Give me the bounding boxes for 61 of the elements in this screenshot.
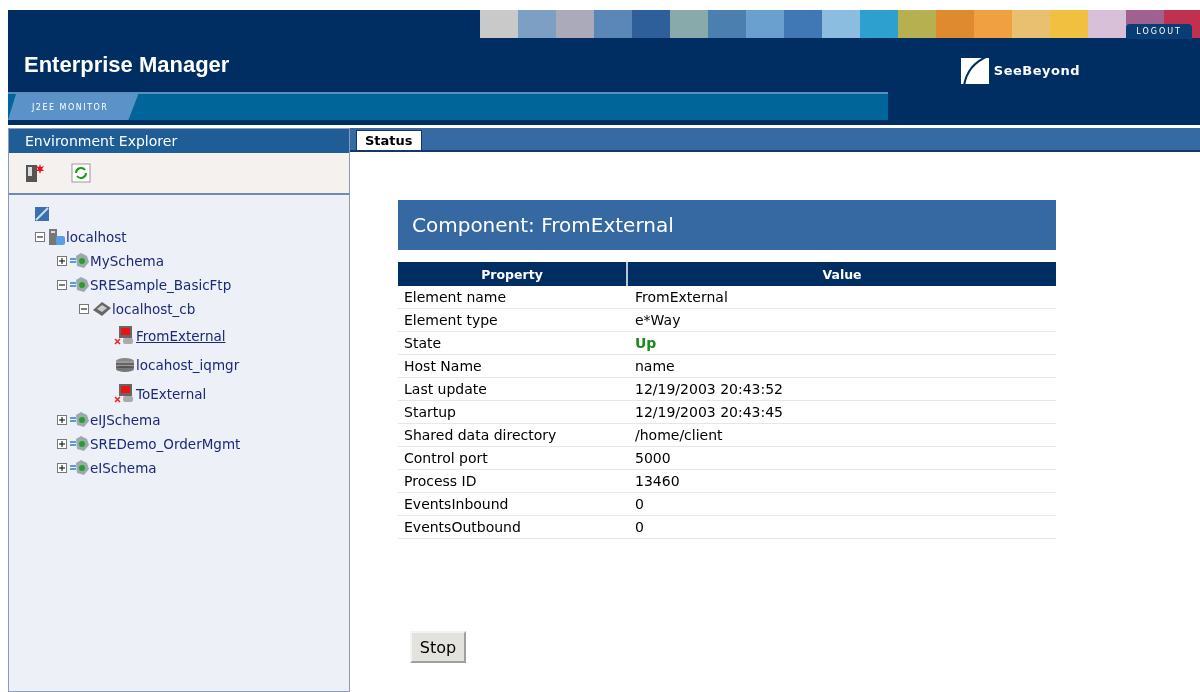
- schema-icon: [70, 253, 90, 269]
- new-server-icon[interactable]: [25, 163, 45, 183]
- table-cell: Element type: [398, 308, 627, 332]
- domain-icon: [92, 301, 112, 317]
- expand-icon[interactable]: [57, 463, 67, 473]
- expand-icon[interactable]: [57, 439, 67, 449]
- terminal-error-icon: [114, 383, 136, 404]
- tree-item[interactable]: ToExternal: [136, 385, 207, 402]
- expand-icon[interactable]: [57, 415, 67, 425]
- table-cell: 13460: [627, 469, 1056, 493]
- table-cell: Element name: [398, 286, 627, 309]
- expand-icon[interactable]: [57, 256, 67, 266]
- table-cell: Last update: [398, 377, 627, 401]
- table-cell: 0: [627, 515, 1056, 539]
- table-cell: Shared data directory: [398, 423, 627, 447]
- tab[interactable]: Status: [356, 130, 422, 150]
- database-icon: [114, 356, 136, 373]
- collapse-icon[interactable]: [35, 232, 45, 242]
- app-title: Enterprise Manager: [24, 52, 230, 78]
- tree-item[interactable]: localhost: [66, 229, 127, 245]
- tree-item[interactable]: eISchema: [90, 460, 157, 476]
- table-cell: EventsInbound: [398, 492, 627, 516]
- status-value: Up: [627, 331, 1056, 355]
- tree-item[interactable]: SREDemo_OrderMgmt: [90, 436, 241, 452]
- component-title: Component: FromExternal: [398, 200, 1056, 250]
- tree-item[interactable]: SRESample_BasicFtp: [90, 277, 232, 293]
- panel-title: Environment Explorer: [9, 129, 349, 153]
- tree-item[interactable]: eIJSchema: [90, 412, 161, 428]
- table-cell: FromExternal: [627, 286, 1056, 309]
- table-cell: 5000: [627, 446, 1056, 470]
- column-header: Property: [398, 262, 627, 286]
- server-icon: [48, 228, 66, 246]
- tree-item[interactable]: FromExternal: [136, 327, 226, 344]
- table-cell: Host Name: [398, 354, 627, 378]
- table-cell: name: [627, 354, 1056, 378]
- brand-name: SeeBeyond: [993, 62, 1080, 78]
- schema-icon: [70, 412, 90, 428]
- schema-icon: [70, 436, 90, 452]
- table-cell: 0: [627, 492, 1056, 516]
- tree-item[interactable]: MySchema: [90, 253, 164, 269]
- schema-icon: [70, 460, 90, 476]
- tree-item[interactable]: localhost_cb: [112, 301, 196, 317]
- table-cell: State: [398, 331, 627, 355]
- table-cell: e*Way: [627, 308, 1056, 332]
- tree-item[interactable]: locahost_iqmgr: [136, 356, 240, 373]
- table-cell: Startup: [398, 400, 627, 424]
- column-header: Value: [627, 262, 1056, 286]
- table-cell: 12/19/2003 20:43:52: [627, 377, 1056, 401]
- logout-button[interactable]: LOGOUT: [1126, 24, 1192, 39]
- refresh-icon[interactable]: [71, 163, 91, 183]
- table-cell: 12/19/2003 20:43:45: [627, 400, 1056, 424]
- schema-icon: [70, 277, 90, 293]
- collapse-icon[interactable]: [57, 280, 67, 290]
- root-icon: [35, 207, 49, 221]
- stop-button[interactable]: Stop: [410, 631, 466, 663]
- table-cell: Control port: [398, 446, 627, 470]
- table-cell: EventsOutbound: [398, 515, 627, 539]
- table-cell: Process ID: [398, 469, 627, 493]
- terminal-error-icon: [114, 325, 136, 346]
- collapse-icon[interactable]: [79, 304, 89, 314]
- table-cell: /home/client: [627, 423, 1056, 447]
